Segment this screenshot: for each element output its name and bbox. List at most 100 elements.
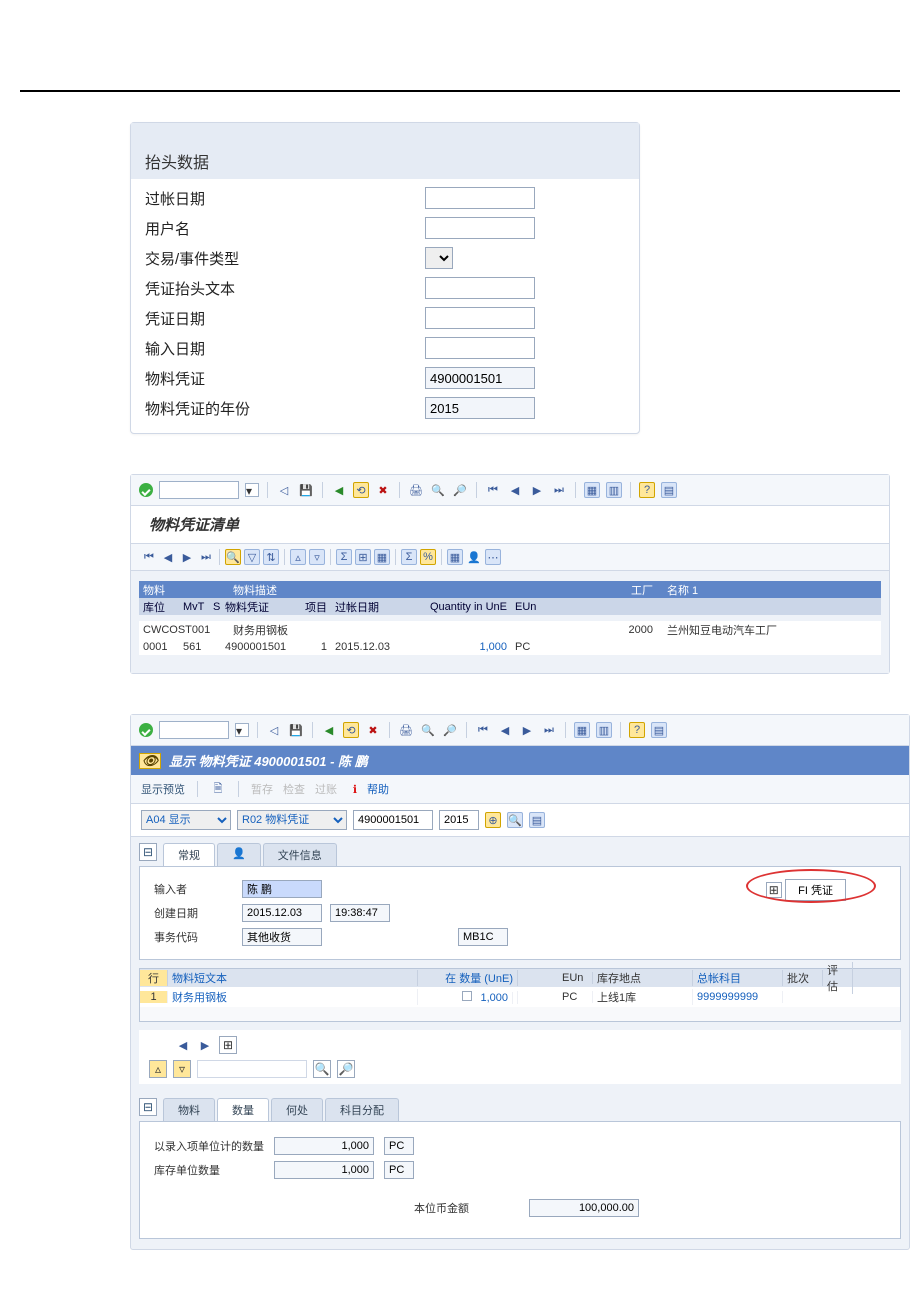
- input-user[interactable]: [425, 217, 535, 239]
- nav-last-icon[interactable]: ⏭: [198, 549, 214, 565]
- exit-icon[interactable]: ⟲: [353, 482, 369, 498]
- details-icon[interactable]: 🔍: [225, 549, 241, 565]
- command-dropdown-icon[interactable]: ▾: [245, 483, 259, 497]
- sum-icon[interactable]: Σ: [336, 549, 352, 565]
- export-icon[interactable]: ▦: [374, 549, 390, 565]
- back-icon[interactable]: ◁: [276, 482, 292, 498]
- nav-first-icon[interactable]: ⏮: [141, 549, 157, 565]
- list-icon[interactable]: ▤: [529, 812, 545, 828]
- print-icon[interactable]: 🖨: [408, 482, 424, 498]
- prev-page-icon[interactable]: ◀: [507, 482, 523, 498]
- input-doc-date[interactable]: [425, 307, 535, 329]
- select-action[interactable]: A04 显示: [141, 810, 231, 830]
- act-help[interactable]: ℹ帮助: [347, 781, 389, 797]
- filter-icon[interactable]: ▽: [244, 549, 260, 565]
- find-doc-icon[interactable]: 🔍: [507, 812, 523, 828]
- last-page-icon[interactable]: ⏭: [551, 482, 567, 498]
- command-field[interactable]: [159, 721, 229, 739]
- fi-doc-button[interactable]: FI 凭证: [785, 879, 846, 901]
- find-next-icon[interactable]: 🔎: [452, 482, 468, 498]
- tab-general[interactable]: 常规: [163, 843, 215, 866]
- ok-icon[interactable]: [139, 483, 153, 497]
- find-icon[interactable]: 🔍: [420, 722, 436, 738]
- item-prev-icon[interactable]: ◀: [175, 1037, 191, 1053]
- percent-icon[interactable]: %: [420, 549, 436, 565]
- command-dropdown-icon[interactable]: ▾: [235, 723, 249, 737]
- collapse-item-icon[interactable]: ⊟: [139, 1098, 157, 1116]
- first-page-icon[interactable]: ⏮: [475, 722, 491, 738]
- find-btn[interactable]: 🔍: [313, 1060, 331, 1078]
- find-next-icon[interactable]: 🔎: [442, 722, 458, 738]
- gh-eval: 评估: [823, 962, 853, 994]
- sort-asc-icon[interactable]: ▵: [290, 549, 306, 565]
- ok-icon[interactable]: [139, 723, 153, 737]
- tab-acct[interactable]: 科目分配: [325, 1098, 399, 1121]
- input-docno[interactable]: [353, 810, 433, 830]
- sort-desc-btn[interactable]: ▿: [173, 1060, 191, 1078]
- print-icon[interactable]: 🖨: [398, 722, 414, 738]
- layout2-icon[interactable]: ▥: [606, 482, 622, 498]
- user-icon[interactable]: 👤: [466, 549, 482, 565]
- lbl-created: 创建日期: [154, 905, 234, 921]
- tab-vendor[interactable]: 👤: [217, 843, 261, 866]
- more-icon[interactable]: ⋯: [485, 549, 501, 565]
- exit-icon[interactable]: ⟲: [343, 722, 359, 738]
- input-header-text[interactable]: [425, 277, 535, 299]
- sort-desc-icon[interactable]: ▿: [309, 549, 325, 565]
- total-icon[interactable]: Σ: [401, 549, 417, 565]
- collapse-header-icon[interactable]: ⊟: [139, 843, 157, 861]
- tab-qty[interactable]: 数量: [217, 1098, 269, 1121]
- nav-prev-icon[interactable]: ◀: [160, 549, 176, 565]
- change-layout-icon[interactable]: ▦: [447, 549, 463, 565]
- header-data-panel: 抬头数据 过帐日期 用户名 交易/事件类型 凭证抬头文本 凭证日期 输入日期 物…: [130, 122, 640, 434]
- help-icon[interactable]: ?: [629, 722, 645, 738]
- sort-asc-btn[interactable]: ▵: [149, 1060, 167, 1078]
- subtotal-icon[interactable]: ⊞: [355, 549, 371, 565]
- list-data-row-1b[interactable]: 0001 561 4900001501 1 2015.12.03 1,000 P…: [139, 638, 881, 655]
- cancel-icon[interactable]: ✖: [365, 722, 381, 738]
- tab-material[interactable]: 物料: [163, 1098, 215, 1121]
- layout2-icon[interactable]: ▥: [596, 722, 612, 738]
- fi-matrix-icon[interactable]: ⊞: [766, 882, 782, 898]
- last-page-icon[interactable]: ⏭: [541, 722, 557, 738]
- layout1-icon[interactable]: ▦: [584, 482, 600, 498]
- layout1-icon[interactable]: ▦: [574, 722, 590, 738]
- select-reference[interactable]: R02 物料凭证: [237, 810, 347, 830]
- tab-fileinfo[interactable]: 文件信息: [263, 843, 337, 866]
- find-icon[interactable]: 🔍: [430, 482, 446, 498]
- save-icon[interactable]: 💾: [288, 722, 304, 738]
- sort-icon[interactable]: ⇅: [263, 549, 279, 565]
- tab-where[interactable]: 何处: [271, 1098, 323, 1121]
- select-event-type[interactable]: [425, 247, 453, 269]
- save-icon[interactable]: 💾: [298, 482, 314, 498]
- gh-un: EUn: [558, 972, 593, 984]
- item-filter-input[interactable]: [197, 1060, 307, 1078]
- list-data-row-1a[interactable]: CWCOST001 财务用钢板 2000 兰州知豆电动汽车工厂: [139, 621, 881, 638]
- execute-icon[interactable]: ⊕: [485, 812, 501, 828]
- first-page-icon[interactable]: ⏮: [485, 482, 501, 498]
- help-icon[interactable]: ?: [639, 482, 655, 498]
- cancel-icon[interactable]: ✖: [375, 482, 391, 498]
- input-mat-doc[interactable]: [425, 367, 535, 389]
- new-doc-icon[interactable]: 🗎: [210, 781, 226, 797]
- nav-next-icon[interactable]: ▶: [179, 549, 195, 565]
- local-layout-icon[interactable]: ▤: [651, 722, 667, 738]
- green-back-icon[interactable]: ◀: [321, 722, 337, 738]
- find-next-btn[interactable]: 🔎: [337, 1060, 355, 1078]
- input-entry-date[interactable]: [425, 337, 535, 359]
- command-field[interactable]: [159, 481, 239, 499]
- overview-toggle-icon[interactable]: 👁: [139, 753, 161, 769]
- input-year[interactable]: [439, 810, 479, 830]
- item-grid-row[interactable]: 1 财务用钢板 1,000 PC 上线1库 9999999999: [140, 987, 900, 1007]
- green-back-icon[interactable]: ◀: [331, 482, 347, 498]
- local-layout-icon[interactable]: ▤: [661, 482, 677, 498]
- act-overview[interactable]: 显示预览: [141, 781, 185, 797]
- input-posting-date[interactable]: [425, 187, 535, 209]
- next-page-icon[interactable]: ▶: [529, 482, 545, 498]
- next-page-icon[interactable]: ▶: [519, 722, 535, 738]
- item-next-icon[interactable]: ▶: [197, 1037, 213, 1053]
- input-mat-doc-year[interactable]: [425, 397, 535, 419]
- back-icon[interactable]: ◁: [266, 722, 282, 738]
- item-expand-icon[interactable]: ⊞: [219, 1036, 237, 1054]
- prev-page-icon[interactable]: ◀: [497, 722, 513, 738]
